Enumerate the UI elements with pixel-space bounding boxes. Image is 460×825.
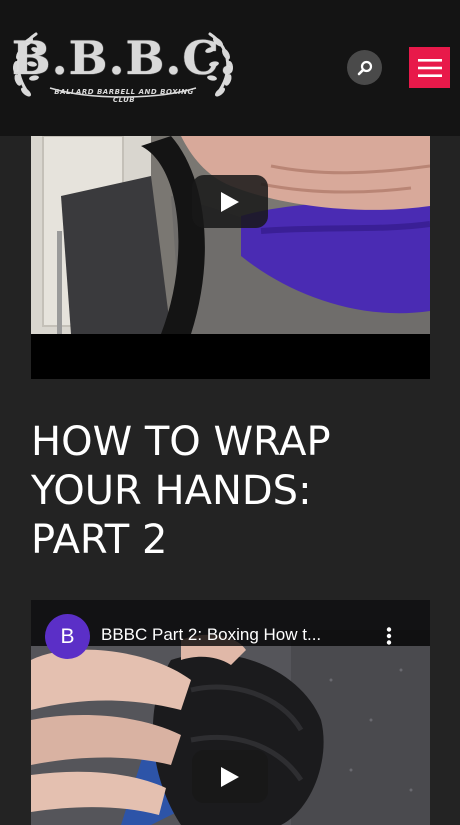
video-title[interactable]: BBBC Part 2: Boxing How t... [101,625,371,645]
more-options-button[interactable] [381,624,397,648]
section-heading: HOW TO WRAP YOUR HANDS: PART 2 [31,418,431,565]
heading-line: YOUR HANDS: [31,468,312,514]
play-button[interactable] [192,750,268,803]
play-button[interactable] [192,175,268,228]
play-icon [221,766,239,787]
play-icon [221,191,239,212]
more-vertical-icon [386,627,392,645]
logo-text: B.B.B.C. [11,31,237,85]
search-button[interactable] [347,50,382,85]
heading-line: HOW TO WRAP [31,419,331,465]
heading-line: PART 2 [31,517,168,563]
video-thumbnail [31,136,430,379]
channel-avatar[interactable]: B [45,614,90,659]
hamburger-menu-icon [417,58,442,77]
logo-subtext: BALLARD BARBELL AND BOXING CLUB [54,88,194,104]
site-logo[interactable]: B.B.B.C. BALLARD BARBELL AND BOXING CLUB [10,28,236,104]
menu-button[interactable] [409,47,450,88]
video-player-part-1[interactable] [31,136,430,379]
site-header: B.B.B.C. BALLARD BARBELL AND BOXING CLUB [0,0,460,136]
search-icon [357,60,372,75]
video-player-part-2[interactable]: B BBBC Part 2: Boxing How t... [31,600,430,825]
